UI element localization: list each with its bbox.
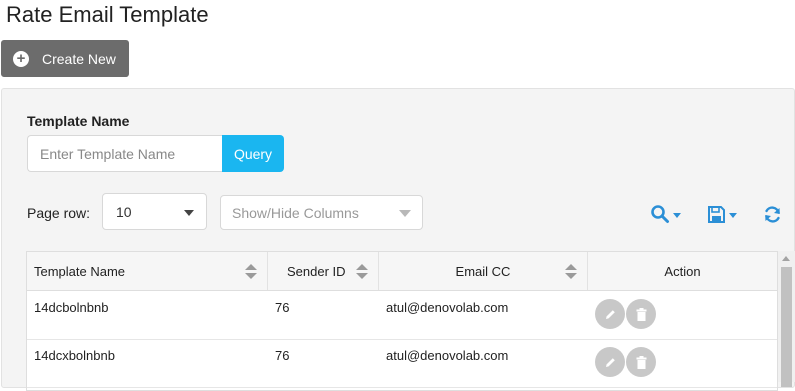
edit-button[interactable]: [595, 299, 625, 329]
scroll-up-arrow-icon[interactable]: [782, 256, 790, 261]
column-header-sender-id[interactable]: Sender ID: [268, 252, 379, 290]
search-icon: [651, 205, 669, 223]
cell-email-cc: atul@denovolab.com: [386, 348, 509, 363]
save-dropdown-button[interactable]: [707, 203, 737, 225]
pencil-icon: [605, 357, 615, 367]
delete-button[interactable]: [626, 347, 656, 377]
chevron-down-icon: [184, 210, 194, 216]
save-icon: [708, 205, 725, 223]
sort-icon[interactable]: [356, 264, 368, 280]
refresh-icon: [765, 205, 780, 223]
caret-down-icon: [729, 212, 737, 218]
table-scrollbar[interactable]: [778, 251, 795, 387]
sort-icon[interactable]: [245, 264, 257, 280]
chevron-down-icon: [399, 210, 411, 217]
pencil-icon: [605, 309, 615, 319]
delete-button[interactable]: [626, 299, 656, 329]
cell-template-name: 14dcbolnbnb: [34, 300, 109, 315]
column-header-label: Sender ID: [287, 263, 346, 279]
table-header: Template Name Sender ID Email CC Action: [27, 252, 777, 291]
edit-button[interactable]: [595, 347, 625, 377]
column-header-label: Email CC: [455, 263, 511, 279]
refresh-button[interactable]: [763, 203, 782, 225]
trash-icon: [636, 355, 646, 369]
column-header-label: Template Name: [34, 263, 126, 279]
cell-sender-id: 76: [275, 348, 290, 363]
page-row-select[interactable]: 10: [102, 193, 207, 230]
cell-sender-id: 76: [275, 300, 290, 315]
page-title: Rate Email Template: [6, 2, 209, 27]
template-name-input[interactable]: [27, 135, 223, 172]
page-row-value: 10: [116, 203, 132, 220]
column-header-label: Action: [664, 263, 701, 279]
plus-circle-icon: +: [13, 50, 29, 67]
table-row: 14dcbolnbnb 76 atul@denovolab.com: [27, 291, 777, 340]
trash-icon: [636, 307, 646, 321]
search-dropdown-button[interactable]: [650, 203, 681, 225]
create-new-button[interactable]: + Create New: [1, 40, 129, 77]
query-button[interactable]: Query: [222, 135, 284, 172]
cell-template-name: 14dcxbolnbnb: [34, 348, 115, 363]
caret-down-icon: [673, 212, 681, 218]
cell-email-cc: atul@denovolab.com: [386, 300, 509, 315]
show-hide-columns-select[interactable]: Show/Hide Columns: [220, 195, 423, 230]
scrollbar-thumb[interactable]: [781, 267, 792, 387]
create-new-label: Create New: [42, 50, 116, 67]
column-header-template-name[interactable]: Template Name: [27, 252, 268, 290]
template-name-label: Template Name: [27, 113, 130, 129]
page-row-label: Page row:: [27, 205, 91, 221]
sort-icon[interactable]: [565, 264, 577, 280]
table-row: 14dcxbolnbnb 76 atul@denovolab.com: [27, 339, 777, 388]
template-table: Template Name Sender ID Email CC Action …: [26, 251, 778, 391]
show-hide-columns-placeholder: Show/Hide Columns: [232, 204, 359, 221]
column-header-email-cc[interactable]: Email CC: [379, 252, 588, 290]
column-header-action: Action: [588, 252, 777, 290]
